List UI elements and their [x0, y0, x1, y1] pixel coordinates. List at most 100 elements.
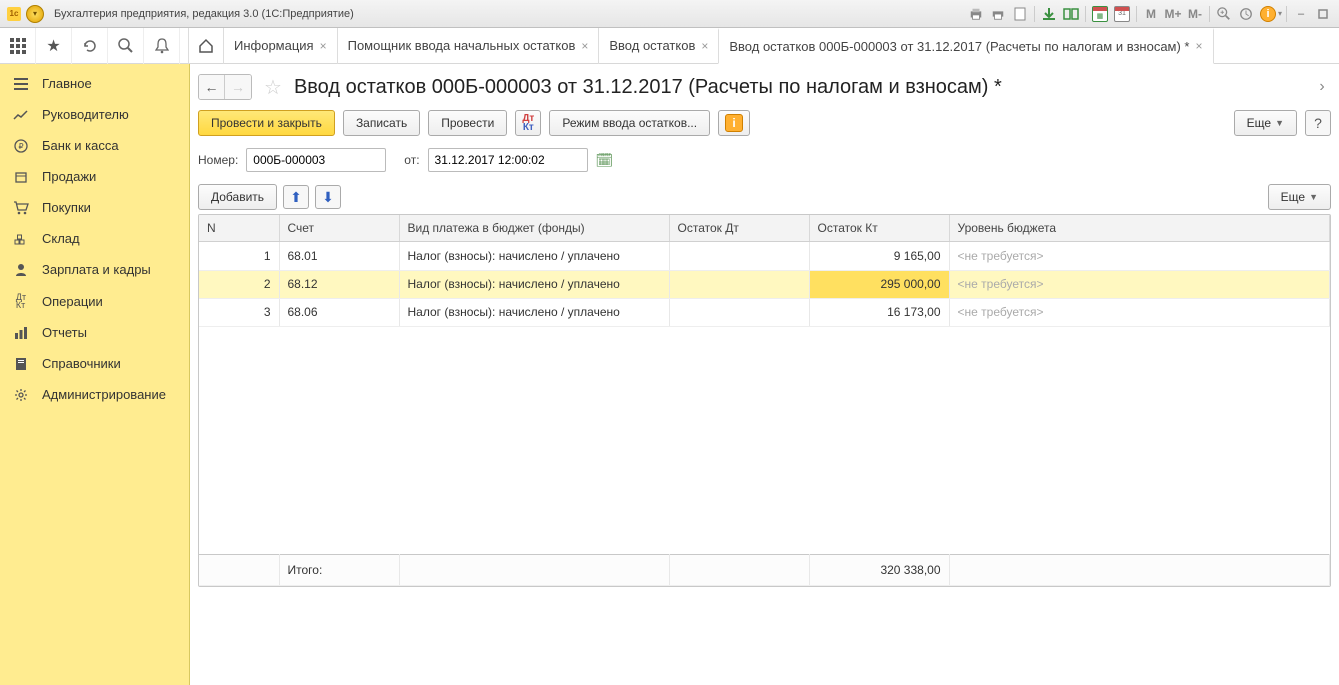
maximize-button[interactable] — [1313, 4, 1333, 24]
table-row[interactable]: 368.06Налог (взносы): начислено / уплаче… — [199, 298, 1330, 326]
tab-close-icon[interactable]: × — [320, 39, 327, 53]
favorite-star-icon[interactable]: ☆ — [264, 75, 282, 100]
post-and-close-button[interactable]: Провести и закрыть — [198, 110, 335, 136]
cell-balance-kt[interactable]: 295 000,00 — [809, 270, 949, 298]
cell-balance-kt[interactable]: 16 173,00 — [809, 298, 949, 326]
notifications-bell-icon[interactable] — [144, 28, 180, 64]
header-payment-type[interactable]: Вид платежа в бюджет (фонды) — [399, 215, 669, 242]
input-mode-button[interactable]: Режим ввода остатков... — [549, 110, 710, 136]
app-menu-dropdown[interactable]: ▾ — [26, 5, 44, 23]
add-row-button[interactable]: Добавить — [198, 184, 277, 210]
collapse-panel-icon[interactable]: › — [1313, 78, 1331, 96]
header-balance-dt[interactable]: Остаток Дт — [669, 215, 809, 242]
document-title: Ввод остатков 000Б-000003 от 31.12.2017 … — [294, 76, 1002, 99]
clock-icon[interactable] — [1236, 4, 1256, 24]
cell-n[interactable]: 3 — [199, 298, 279, 326]
cell-budget-level[interactable]: <не требуется> — [949, 242, 1330, 270]
cell-payment-type[interactable]: Налог (взносы): начислено / уплачено — [399, 242, 669, 270]
header-n[interactable]: N — [199, 215, 279, 242]
calculator-icon[interactable]: ▦ — [1090, 4, 1110, 24]
minimize-button[interactable]: – — [1291, 4, 1311, 24]
more-actions-button[interactable]: Еще▼ — [1234, 110, 1297, 136]
sidebar-item-1[interactable]: Руководителю — [0, 99, 189, 130]
date-input[interactable] — [428, 148, 588, 172]
post-button[interactable]: Провести — [428, 110, 507, 136]
sidebar-item-10[interactable]: Администрирование — [0, 379, 189, 410]
sidebar-item-6[interactable]: Зарплата и кадры — [0, 254, 189, 285]
calendar-picker-icon[interactable]: 🗓 — [596, 152, 614, 169]
cell-budget-level[interactable]: <не требуется> — [949, 298, 1330, 326]
home-icon[interactable] — [188, 28, 224, 64]
header-account[interactable]: Счет — [279, 215, 399, 242]
sidebar-item-2[interactable]: ₽Банк и касса — [0, 130, 189, 161]
document-icon[interactable] — [1010, 4, 1030, 24]
sidebar-item-7[interactable]: ДтКт Операции — [0, 285, 189, 317]
cell-budget-level[interactable]: <не требуется> — [949, 270, 1330, 298]
compare-icon[interactable] — [1061, 4, 1081, 24]
tab-close-icon[interactable]: × — [1196, 39, 1203, 53]
cell-balance-dt[interactable] — [669, 270, 809, 298]
dt-kt-button[interactable]: ДтКт — [515, 110, 541, 136]
dtKt-icon: ДтКт — [12, 293, 30, 309]
table-header-row: N Счет Вид платежа в бюджет (фонды) Оста… — [199, 215, 1330, 242]
table-more-label: Еще — [1281, 190, 1305, 204]
sidebar-item-label: Операции — [42, 294, 103, 309]
cell-n[interactable]: 2 — [199, 270, 279, 298]
cell-balance-kt[interactable]: 9 165,00 — [809, 242, 949, 270]
memory-mminus-button[interactable]: M- — [1185, 4, 1205, 24]
cell-account[interactable]: 68.01 — [279, 242, 399, 270]
help-button[interactable]: ? — [1305, 110, 1331, 136]
cell-balance-dt[interactable] — [669, 242, 809, 270]
info-help-icon[interactable]: i — [1258, 4, 1278, 24]
print-icon[interactable] — [988, 4, 1008, 24]
header-budget-level[interactable]: Уровень бюджета — [949, 215, 1330, 242]
tab-3[interactable]: Ввод остатков 000Б-000003 от 31.12.2017 … — [718, 28, 1213, 64]
sidebar-item-3[interactable]: Продажи — [0, 161, 189, 192]
tab-close-icon[interactable]: × — [701, 39, 708, 53]
info-button[interactable]: i — [718, 110, 750, 136]
table-row[interactable]: 268.12Налог (взносы): начислено / уплаче… — [199, 270, 1330, 298]
header-balance-kt[interactable]: Остаток Кт — [809, 215, 949, 242]
cell-n[interactable]: 1 — [199, 242, 279, 270]
tab-label: Помощник ввода начальных остатков — [348, 38, 576, 53]
info-dropdown-icon[interactable]: ▾ — [1278, 9, 1282, 18]
search-icon[interactable] — [108, 28, 144, 64]
apps-grid-icon[interactable] — [0, 28, 36, 64]
balances-table[interactable]: N Счет Вид платежа в бюджет (фонды) Оста… — [199, 215, 1330, 242]
tab-label: Ввод остатков — [609, 38, 695, 53]
tab-0[interactable]: Информация× — [223, 28, 338, 64]
memory-m-button[interactable]: M — [1141, 4, 1161, 24]
sidebar-item-9[interactable]: Справочники — [0, 348, 189, 379]
sidebar-item-4[interactable]: Покупки — [0, 192, 189, 223]
number-label: Номер: — [198, 153, 238, 167]
table-row[interactable]: 168.01Налог (взносы): начислено / уплаче… — [199, 242, 1330, 270]
sidebar-item-5[interactable]: Склад — [0, 223, 189, 254]
footer-total-kt: 320 338,00 — [809, 555, 949, 586]
save-to-disk-icon[interactable] — [1039, 4, 1059, 24]
move-row-down-button[interactable]: ⬇ — [315, 185, 341, 209]
tab-2[interactable]: Ввод остатков × — [598, 28, 719, 64]
cell-balance-dt[interactable] — [669, 298, 809, 326]
save-button[interactable]: Записать — [343, 110, 420, 136]
number-input[interactable] — [246, 148, 386, 172]
cell-payment-type[interactable]: Налог (взносы): начислено / уплачено — [399, 270, 669, 298]
print-preview-icon[interactable] — [966, 4, 986, 24]
nav-back-button[interactable]: ← — [199, 75, 225, 99]
tab-close-icon[interactable]: × — [581, 39, 588, 53]
sidebar-item-0[interactable]: Главное — [0, 68, 189, 99]
cell-account[interactable]: 68.12 — [279, 270, 399, 298]
move-row-up-button[interactable]: ⬆ — [283, 185, 309, 209]
sidebar-item-8[interactable]: Отчеты — [0, 317, 189, 348]
cell-account[interactable]: 68.06 — [279, 298, 399, 326]
memory-mplus-button[interactable]: M+ — [1163, 4, 1183, 24]
history-icon[interactable] — [72, 28, 108, 64]
zoom-icon[interactable] — [1214, 4, 1234, 24]
favorite-star-icon[interactable]: ★ — [36, 28, 72, 64]
tab-label: Ввод остатков 000Б-000003 от 31.12.2017 … — [729, 39, 1189, 54]
tab-1[interactable]: Помощник ввода начальных остатков × — [337, 28, 600, 64]
table-body[interactable]: 168.01Налог (взносы): начислено / уплаче… — [199, 242, 1330, 326]
stock-icon — [12, 232, 30, 246]
table-more-button[interactable]: Еще▼ — [1268, 184, 1331, 210]
cell-payment-type[interactable]: Налог (взносы): начислено / уплачено — [399, 298, 669, 326]
calendar-icon[interactable]: 31 — [1112, 4, 1132, 24]
